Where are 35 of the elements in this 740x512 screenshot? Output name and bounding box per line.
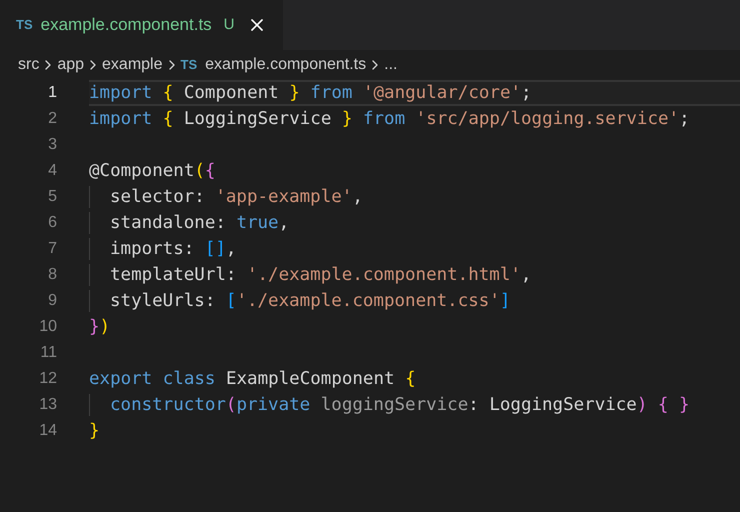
line-number: 7 [47,239,57,259]
line-number: 8 [47,265,57,285]
code-line: standalone: true, [89,210,740,236]
language-label: TS [180,56,198,74]
line-number: 12 [38,369,57,389]
line-number: 11 [39,343,57,363]
git-status: U [224,14,235,35]
breadcrumb-item[interactable]: ... [384,53,398,77]
code-line: selector: 'app-example', [89,184,740,210]
code-line: import { LoggingService } from 'src/app/logging.service'; [89,108,691,131]
breadcrumb-item[interactable]: src [18,53,40,77]
breadcrumb-item[interactable]: app [57,53,84,77]
line-number: 10 [38,317,57,337]
code-line: export class ExampleComponent { [89,368,417,391]
code-line: templateUrl: './example.component.html', [89,262,740,288]
code-line: } [89,420,101,443]
line-number: 2 [47,109,57,129]
line-number: 14 [38,421,57,441]
code-line: constructor(private loggingService: LoggingService) { } [89,392,740,418]
line-number: 5 [47,187,57,207]
line-number: 6 [47,213,57,233]
editor-tab[interactable]: TS example.component.ts U [0,0,283,50]
line-number: 9 [47,291,57,311]
code-line: imports: [], [89,236,740,262]
breadcrumb-item[interactable]: example.component.ts [205,53,366,77]
line-number: 1 [47,83,57,103]
line-number: 13 [38,395,57,415]
breadcrumb-item[interactable]: example [102,53,163,77]
language-label: TS [16,16,33,34]
line-number: 4 [47,161,57,181]
line-number: 3 [47,135,57,155]
tab-title: example.component.ts [40,14,212,36]
code-line: styleUrls: ['./example.component.css'] [89,288,740,314]
code-line: }) [89,316,112,339]
code-line: @Component({ [89,160,216,183]
